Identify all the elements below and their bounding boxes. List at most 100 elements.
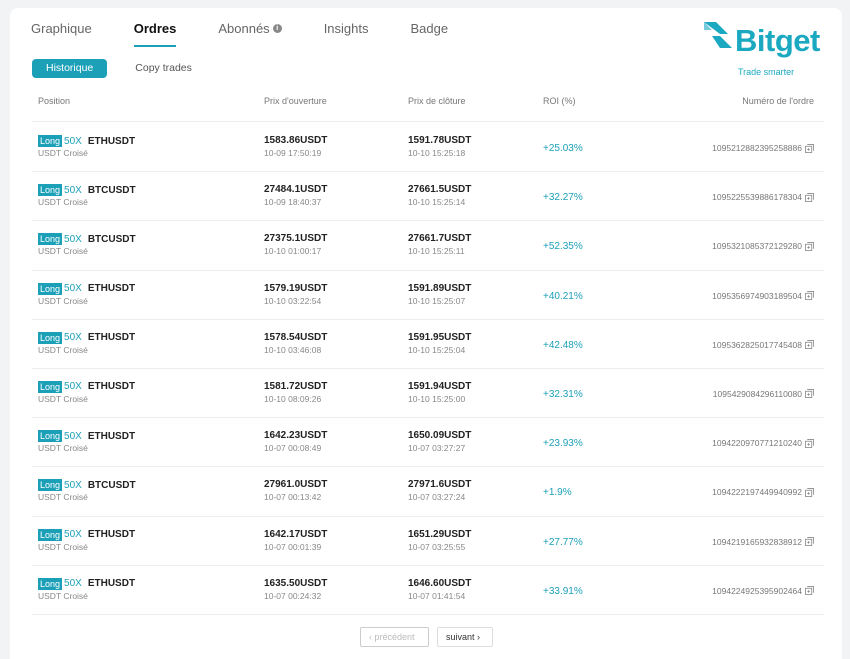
- position-cell: Long 50X BTCUSDT USDT Croisé: [38, 184, 136, 207]
- order-number: 1094222197449940992: [712, 487, 802, 498]
- copy-icon[interactable]: [805, 192, 814, 202]
- order-number-cell: 1095321085372129280: [712, 241, 814, 251]
- bitget-mark-icon: [704, 22, 732, 48]
- close-price-cell: 1591.78USDT 10-10 15:25:18: [408, 135, 471, 158]
- table-row[interactable]: Long 50X BTCUSDT USDT Croisé 27961.0USDT…: [32, 467, 824, 517]
- copy-icon[interactable]: [805, 340, 814, 350]
- pair-name: BTCUSDT: [87, 184, 136, 196]
- open-time: 10-07 00:08:49: [264, 443, 322, 454]
- open-time: 10-10 08:09:26: [264, 393, 322, 404]
- tab-graphique[interactable]: Graphique: [31, 20, 92, 48]
- close-price: 1650.09USDT: [408, 430, 472, 442]
- tab-insights[interactable]: Insights: [324, 20, 369, 48]
- pair-name: BTCUSDT: [87, 479, 136, 491]
- close-time: 10-10 15:25:18: [408, 148, 466, 158]
- copy-icon[interactable]: [805, 487, 814, 497]
- leverage: 50X: [64, 529, 82, 540]
- margin-mode: USDT Croisé: [38, 443, 88, 454]
- roi-value: +32.27%: [543, 192, 583, 204]
- close-time: 10-07 03:25:55: [408, 541, 466, 552]
- bitget-logo: Bitget Trade smarter: [702, 20, 834, 82]
- open-time: 10-07 00:24:32: [264, 590, 322, 601]
- pair-name: ETHUSDT: [87, 430, 136, 442]
- tab-abonnes[interactable]: Abonnés i: [218, 20, 282, 48]
- side-badge: Long: [38, 135, 63, 147]
- side-badge: Long: [38, 430, 63, 443]
- side-badge: Long: [38, 577, 63, 590]
- order-number-cell: 1094220970771210240: [712, 438, 814, 448]
- copy-icon[interactable]: [805, 143, 814, 153]
- copy-icon[interactable]: [805, 241, 814, 251]
- open-price-cell: 1642.17USDT 10-07 00:01:39: [264, 529, 327, 552]
- table-row[interactable]: Long 50X ETHUSDT USDT Croisé 1642.17USDT…: [32, 517, 824, 566]
- open-time: 10-10 03:46:08: [264, 344, 322, 355]
- copy-icon[interactable]: [805, 438, 814, 448]
- open-price-cell: 1635.50USDT 10-07 00:24:32: [264, 578, 327, 601]
- subtab-historique[interactable]: Historique: [32, 59, 108, 78]
- close-time: 10-10 15:25:07: [408, 295, 466, 306]
- roi-value: +33.91%: [543, 585, 583, 597]
- copy-icon[interactable]: [805, 389, 814, 399]
- position-cell: Long 50X ETHUSDT USDT Croisé: [38, 380, 135, 404]
- table-row[interactable]: Long 50X BTCUSDT USDT Croisé 27484.1USDT…: [32, 172, 824, 222]
- margin-mode: USDT Croisé: [38, 590, 88, 601]
- tab-badge[interactable]: Badge: [411, 20, 449, 48]
- roi-value: +23.93%: [543, 438, 583, 450]
- position-cell: Long 50X ETHUSDT USDT Croisé: [38, 331, 135, 355]
- leverage: 50X: [64, 479, 82, 491]
- margin-mode: USDT Croisé: [38, 344, 88, 355]
- close-price-cell: 27661.5USDT 10-10 15:25:14: [408, 184, 471, 207]
- subtab-copy-trades[interactable]: Copy trades: [121, 59, 206, 78]
- side-badge: Long: [38, 184, 63, 197]
- copy-icon[interactable]: [805, 586, 814, 596]
- close-price: 27971.6USDT: [408, 479, 472, 491]
- order-number: 1094219165932838912: [712, 536, 802, 547]
- pair-name: ETHUSDT: [87, 529, 136, 540]
- table-row[interactable]: Long 50X ETHUSDT USDT Croisé 1642.23USDT…: [32, 418, 824, 468]
- info-icon[interactable]: i: [272, 24, 282, 33]
- close-price: 1591.95USDT: [408, 331, 472, 343]
- open-price: 1583.86USDT: [264, 135, 328, 146]
- brand-tagline: Trade smarter: [738, 67, 795, 77]
- open-price-cell: 1583.86USDT 10-09 17:50:19: [264, 135, 327, 158]
- open-price: 1642.17USDT: [264, 528, 328, 540]
- open-price-cell: 1581.72USDT 10-10 08:09:26: [264, 381, 327, 404]
- table-row[interactable]: Long 50X ETHUSDT USDT Croisé 1583.86USDT…: [32, 123, 824, 173]
- pair-name: ETHUSDT: [87, 135, 136, 147]
- close-price-cell: 1651.29USDT 10-07 03:25:55: [408, 529, 471, 552]
- table-row[interactable]: Long 50X ETHUSDT USDT Croisé 1578.54USDT…: [32, 320, 824, 369]
- pair-name: ETHUSDT: [87, 578, 136, 590]
- position-cell: Long 50X ETHUSDT USDT Croisé: [38, 577, 136, 601]
- leverage: 50X: [64, 233, 82, 245]
- table-row[interactable]: Long 50X ETHUSDT USDT Croisé 1579.19USDT…: [32, 271, 824, 320]
- order-number-cell: 1094219165932838912: [712, 537, 814, 547]
- margin-mode: USDT Croisé: [38, 197, 88, 208]
- order-number: 1095362825017745408: [712, 339, 802, 350]
- table-row[interactable]: Long 50X ETHUSDT USDT Croisé 1635.50USDT…: [32, 566, 824, 615]
- roi-value: +42.48%: [543, 339, 583, 351]
- table-row[interactable]: Long 50X ETHUSDT USDT Croisé 1581.72USDT…: [32, 369, 824, 419]
- side-badge: Long: [38, 380, 63, 393]
- next-page-button[interactable]: suivant ›: [437, 627, 493, 647]
- close-price: 1651.29USDT: [408, 528, 472, 540]
- open-time: 10-09 17:50:19: [264, 148, 322, 158]
- margin-mode: USDT Croisé: [38, 295, 88, 306]
- position-cell: Long 50X ETHUSDT USDT Croisé: [38, 528, 136, 552]
- copy-icon[interactable]: [805, 537, 814, 546]
- open-price-cell: 1578.54USDT 10-10 03:46:08: [264, 332, 327, 355]
- roi-value: +1.9%: [543, 487, 572, 499]
- tab-ordres[interactable]: Ordres: [133, 20, 176, 48]
- close-time: 10-10 15:25:00: [408, 393, 466, 404]
- prev-page-button[interactable]: ‹ précédent: [360, 627, 429, 647]
- open-time: 10-07 00:01:39: [264, 541, 322, 552]
- open-price-cell: 27484.1USDT 10-09 18:40:37: [264, 184, 327, 207]
- order-number: 1094224925395902464: [712, 585, 802, 596]
- leverage: 50X: [64, 578, 82, 590]
- table-row[interactable]: Long 50X BTCUSDT USDT Croisé 27375.1USDT…: [32, 221, 824, 271]
- header-roi: ROI (%): [543, 96, 576, 106]
- order-number: 1095429084296110080: [712, 388, 802, 399]
- order-number-cell: 1095429084296110080: [713, 389, 814, 399]
- margin-mode: USDT Croisé: [38, 148, 88, 158]
- brand-name: Bitget: [735, 23, 820, 58]
- copy-icon[interactable]: [805, 291, 814, 301]
